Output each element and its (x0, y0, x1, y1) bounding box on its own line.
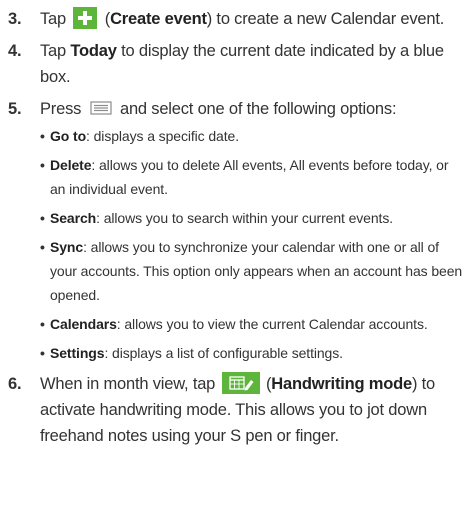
step-4: 4. Tap Today to display the current date… (8, 38, 466, 90)
step-text-before: Tap (40, 42, 71, 60)
step-number: 3. (8, 10, 22, 28)
step-5: 5. Press and select one of the following… (8, 96, 466, 365)
options-list: Go to: displays a specific date. Delete:… (40, 124, 466, 365)
step-number: 4. (8, 42, 22, 60)
option-desc: : allows you to delete All events, All e… (50, 157, 449, 197)
step-text-before: Tap (40, 10, 67, 28)
option-term: Delete (50, 157, 92, 173)
option-desc: : displays a specific date. (86, 128, 239, 144)
list-item: Go to: displays a specific date. (40, 124, 466, 148)
option-desc: : allows you to view the current Calenda… (116, 316, 428, 332)
list-item: Delete: allows you to delete All events,… (40, 153, 466, 201)
step-text-before: When in month view, tap (40, 375, 216, 393)
today-label: Today (70, 42, 117, 60)
step-number: 5. (8, 100, 22, 118)
step-text-after: and select one of the following options: (119, 100, 397, 118)
step-text-before: Press (40, 100, 82, 118)
step-number: 6. (8, 375, 22, 393)
list-item: Search: allows you to search within your… (40, 206, 466, 230)
list-item: Settings: displays a list of configurabl… (40, 341, 466, 365)
option-desc: : allows you to synchronize your calenda… (50, 239, 463, 303)
step-6: 6. When in month view, tap (Handwriting … (8, 371, 466, 449)
handwriting-mode-icon (221, 372, 260, 394)
step-3: 3. Tap (Create event) to create a new Ca… (8, 6, 466, 32)
menu-icon (89, 101, 112, 115)
list-item: Calendars: allows you to view the curren… (40, 312, 466, 336)
list-item: Sync: allows you to synchronize your cal… (40, 235, 466, 307)
option-term: Settings (50, 345, 105, 361)
create-event-label: Create event (110, 10, 207, 28)
option-term: Sync (50, 239, 84, 255)
step-text-after: ) to create a new Calendar event. (206, 10, 445, 28)
option-term: Go to (50, 128, 87, 144)
option-term: Calendars (50, 316, 117, 332)
manual-page: 3. Tap (Create event) to create a new Ca… (0, 0, 474, 521)
handwriting-mode-label: Handwriting mode (271, 375, 412, 393)
plus-icon (73, 7, 98, 29)
option-desc: : displays a list of configurable settin… (104, 345, 343, 361)
option-desc: : allows you to search within your curre… (96, 210, 394, 226)
option-term: Search (50, 210, 97, 226)
